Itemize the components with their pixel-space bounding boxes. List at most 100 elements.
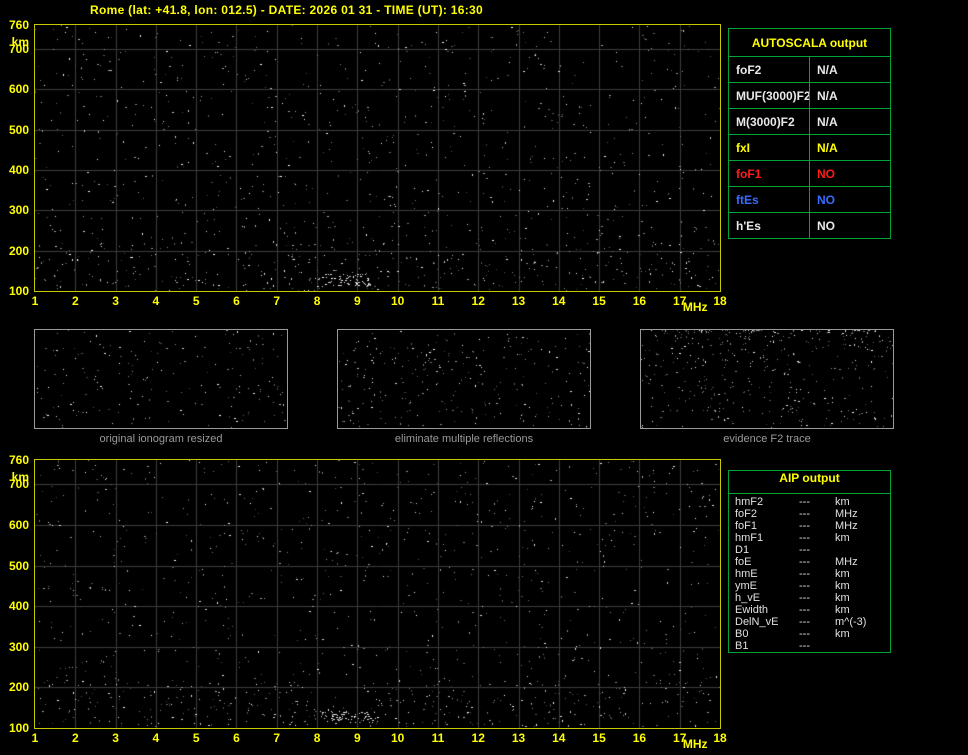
aip-row-fof2: foF2 --- MHz <box>729 508 890 520</box>
panel-caption-evidence-f2-trace: evidence F2 trace <box>723 433 811 445</box>
y-tick-label: 200 <box>8 680 29 695</box>
aip-param-label: foF2 <box>735 508 758 520</box>
autoscala-param-value: NO <box>809 212 891 239</box>
autoscala-param-value: N/A <box>809 82 891 109</box>
aip-row-ewidth: Ewidth --- km <box>729 604 890 616</box>
aip-param-label: Ewidth <box>735 604 769 616</box>
ionogram-top-plot <box>34 24 721 292</box>
autoscala-row-fxi: fxI N/A <box>728 134 891 161</box>
autoscala-param-label: M(3000)F2 <box>728 108 810 135</box>
aip-param-value: --- <box>799 544 810 556</box>
aip-param-label: foE <box>735 556 752 568</box>
x-tick-label: 2 <box>71 294 79 308</box>
aip-param-unit: km <box>835 580 850 592</box>
panel-evidence-f2-trace <box>640 329 894 429</box>
x-axis-unit-label: MHz <box>682 300 708 314</box>
y-tick-label: 100 <box>8 721 29 735</box>
autoscala-param-value: NO <box>809 186 891 213</box>
y-tick-label: 100 <box>8 284 29 298</box>
autoscala-param-value: N/A <box>809 134 891 161</box>
aip-param-value: --- <box>799 616 810 628</box>
x-tick-label: 12 <box>471 294 485 308</box>
x-tick-label: 2 <box>71 731 79 745</box>
aip-param-label: h_vE <box>735 592 761 604</box>
aip-row-hmf1: hmF1 --- km <box>729 532 890 544</box>
aip-param-unit: MHz <box>835 556 858 568</box>
x-tick-label: 15 <box>592 294 606 308</box>
y-tick-label: 600 <box>8 82 29 97</box>
aip-param-label: D1 <box>735 544 750 556</box>
x-tick-label: 3 <box>112 294 119 308</box>
x-tick-label: 8 <box>313 731 321 745</box>
x-tick-label: 10 <box>390 731 405 745</box>
aip-row-h-ve: h_vE --- km <box>729 592 890 604</box>
x-tick-label: 10 <box>390 294 405 308</box>
aip-param-label: DelN_vE <box>735 616 779 628</box>
aip-param-label: B1 <box>735 640 749 652</box>
x-axis-unit-label: MHz <box>682 737 708 751</box>
autoscala-param-label: MUF(3000)F2 <box>728 82 810 109</box>
autoscala-output-table: AUTOSCALA output foF2 N/A MUF(3000)F2 N/A M(… <box>728 28 891 239</box>
aip-row-foe: foE --- MHz <box>729 556 890 568</box>
x-tick-label: 5 <box>192 294 200 308</box>
y-tick-label: 400 <box>8 163 29 178</box>
panel-eliminate-reflections-canvas <box>338 330 590 428</box>
ionogram-bottom-plot <box>34 459 721 729</box>
aip-param-value: --- <box>799 640 810 652</box>
x-tick-label: 13 <box>511 294 526 308</box>
autoscala-param-value: N/A <box>809 108 891 135</box>
aip-param-value: --- <box>799 580 810 592</box>
x-tick-label: 6 <box>233 294 240 308</box>
aip-param-unit: km <box>835 592 850 604</box>
autoscala-param-label: ftEs <box>728 186 810 213</box>
aip-param-label: B0 <box>735 628 749 640</box>
autoscala-param-label: h'Es <box>728 212 810 239</box>
x-tick-label: 7 <box>273 731 281 745</box>
aip-param-unit: MHz <box>835 520 858 532</box>
aip-row-b1: B1 --- <box>729 640 890 652</box>
autoscala-row-ftes: ftEs NO <box>728 186 891 213</box>
ionogram-bottom-canvas <box>35 460 720 728</box>
autoscala-table-header: AUTOSCALA output <box>728 28 891 57</box>
aip-param-unit: m^(-3) <box>835 616 867 628</box>
aip-row-fof1: foF1 --- MHz <box>729 520 890 532</box>
aip-param-unit <box>835 640 884 652</box>
aip-param-label: hmF2 <box>735 496 764 508</box>
panel-original-ionogram <box>34 329 288 429</box>
aip-param-value: --- <box>799 508 810 520</box>
y-tick-label: 500 <box>8 558 29 573</box>
aip-row-deln-ve: DelN_vE --- m^(-3) <box>729 616 890 628</box>
x-tick-label: 4 <box>152 731 160 745</box>
autoscala-app-window: Rome (lat: +41.8, lon: 012.5) - DATE: 20… <box>0 0 968 755</box>
aip-param-value: --- <box>799 496 810 508</box>
x-tick-label: 16 <box>632 294 647 308</box>
autoscala-row-m-3000-f2: M(3000)F2 N/A <box>728 108 891 135</box>
autoscala-row-fof1: foF1 NO <box>728 160 891 187</box>
y-tick-label: 400 <box>8 599 29 614</box>
panel-evidence-f2-trace-canvas <box>641 330 893 428</box>
aip-param-value: --- <box>799 592 810 604</box>
panel-caption-original-ionogram: original ionogram resized <box>99 433 223 445</box>
x-tick-label: 11 <box>431 294 445 308</box>
autoscala-row-h-es: h'Es NO <box>728 212 891 239</box>
x-tick-label: 14 <box>552 294 566 308</box>
aip-param-value: --- <box>799 604 810 616</box>
x-tick-label: 13 <box>511 731 526 745</box>
aip-param-unit: km <box>835 568 850 580</box>
autoscala-param-label: foF2 <box>728 56 810 83</box>
y-tick-label: 600 <box>8 517 29 532</box>
panel-original-ionogram-canvas <box>35 330 287 428</box>
panel-eliminate-reflections <box>337 329 591 429</box>
aip-param-unit: km <box>835 604 850 616</box>
aip-param-value: --- <box>799 568 810 580</box>
x-tick-label: 7 <box>273 294 281 308</box>
aip-param-value: --- <box>799 520 810 532</box>
aip-param-label: foF1 <box>735 520 758 532</box>
x-tick-label: 11 <box>431 731 445 745</box>
aip-row-yme: ymE --- km <box>729 580 890 592</box>
autoscala-param-label: foF1 <box>728 160 810 187</box>
aip-param-value: --- <box>799 556 810 568</box>
y-tick-label: 300 <box>8 639 29 654</box>
aip-output-table: AIP output hmF2 --- km foF2 --- MHz foF1 --- MHz… <box>728 470 891 653</box>
aip-param-unit <box>835 544 884 556</box>
